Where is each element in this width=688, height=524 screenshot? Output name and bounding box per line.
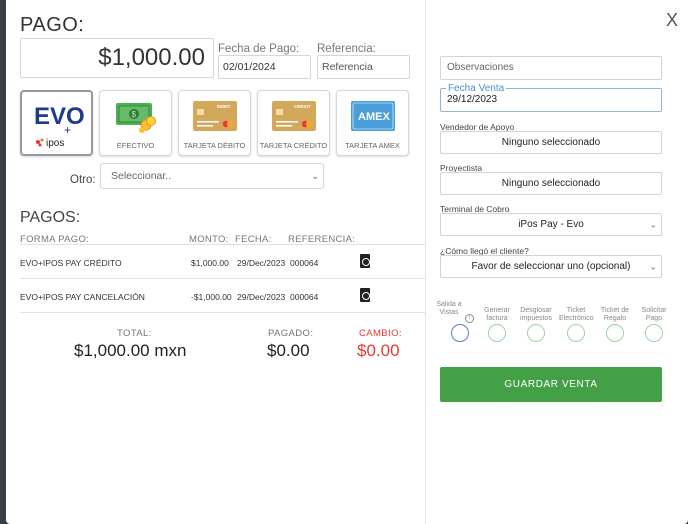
toggle-ticket-electronico[interactable] xyxy=(567,324,585,342)
option-desglosar-impuestos-label: Desglosar impuestos xyxy=(520,307,552,322)
payment-modal: PAGO: $1,000.00 Fecha de Pago: 02/01/202… xyxy=(6,0,688,524)
receipt-icon[interactable] xyxy=(360,254,370,268)
otro-label: Otro: xyxy=(70,174,96,186)
option-ticket-electronico-label: Ticket Electrónico xyxy=(559,307,594,322)
row-forma: EVO+IPOS PAY CRÉDITO xyxy=(20,258,122,268)
option-ticket-regalo-label: Ticket de Regalo xyxy=(600,307,630,322)
amex-badge: AMEX xyxy=(358,111,390,123)
terminal-select-value: iPos Pay - Evo xyxy=(518,219,584,230)
debit-card-icon: DEBIT xyxy=(193,101,237,131)
amex-label: TARJETA AMEX xyxy=(345,141,400,150)
referencia-label: Referencia: xyxy=(317,43,376,55)
svg-text:EVO: EVO xyxy=(34,103,85,130)
credito-label: TARJETA CRÉDITO xyxy=(259,141,328,150)
payment-method-debito[interactable]: DEBIT TARJETA DÉBITO xyxy=(178,90,251,156)
pago-title: PAGO: xyxy=(20,14,85,36)
vendedor-select[interactable]: Ninguno seleccionado xyxy=(440,131,662,154)
row-monto: $1,000.00 xyxy=(191,258,229,268)
row-monto: -$1,000.00 xyxy=(191,292,232,302)
payment-method-evo-ipos[interactable]: EVO + ipos xyxy=(20,90,93,156)
otro-select[interactable]: Seleccionar.. ⌄ xyxy=(100,163,324,189)
fecha-pago-input[interactable]: 02/01/2024 xyxy=(218,55,311,79)
credit-card-icon: CREDIT xyxy=(272,101,316,131)
toggle-generar-factura[interactable] xyxy=(488,324,506,342)
receipt-icon[interactable] xyxy=(360,288,370,302)
amount-display[interactable]: $1,000.00 xyxy=(20,38,214,78)
terminal-select[interactable]: iPos Pay - Evo ⌄ xyxy=(440,213,662,236)
toggle-ticket-regalo[interactable] xyxy=(606,324,624,342)
row-fecha: 29/Dec/2023 xyxy=(237,258,286,268)
toggle-solicitar-pago[interactable] xyxy=(645,324,663,342)
referencia-input[interactable]: Referencia xyxy=(317,55,410,79)
pagado-label: PAGADO: xyxy=(268,328,314,339)
payment-panel: PAGO: $1,000.00 Fecha de Pago: 02/01/202… xyxy=(6,0,426,524)
como-select-value: Favor de seleccionar uno (opcional) xyxy=(471,261,631,272)
chevron-down-icon: ⌄ xyxy=(649,261,657,271)
otro-select-value: Seleccionar.. xyxy=(111,170,172,182)
row-referencia: 000064 xyxy=(290,258,319,268)
row-divider xyxy=(20,278,426,279)
evo-ipos-logo-icon: EVO + ipos xyxy=(34,103,85,149)
toggle-desglosar-impuestos[interactable] xyxy=(527,324,545,342)
credit-badge: CREDIT xyxy=(294,104,311,109)
amex-card-icon: AMEX xyxy=(351,101,395,131)
row-referencia: 000064 xyxy=(290,292,319,302)
sale-details-panel: X Observaciones 29/12/2023 Fecha Venta V… xyxy=(426,0,688,524)
cambio-value: $0.00 xyxy=(357,341,400,360)
debito-label: TARJETA DÉBITO xyxy=(183,141,246,150)
proyectista-select[interactable]: Ninguno seleccionado xyxy=(440,172,662,195)
chevron-down-icon: ⌄ xyxy=(649,219,657,229)
pagos-title: PAGOS: xyxy=(20,209,81,226)
fecha-venta-label: Fecha Venta xyxy=(446,83,507,94)
option-generar-factura-label: Generar factura xyxy=(484,307,510,322)
option-solicitar-pago-label: Solicitar Pago xyxy=(641,307,667,322)
chevron-down-icon: ⌄ xyxy=(311,171,319,181)
como-select[interactable]: Favor de seleccionar uno (opcional) ⌄ xyxy=(440,255,662,278)
pagado-value: $0.00 xyxy=(267,341,310,360)
close-button[interactable]: X xyxy=(666,10,678,31)
total-label: TOTAL: xyxy=(117,328,152,339)
option-salida-vistas-label: Salida a Vistas xyxy=(436,301,462,316)
payment-method-efectivo[interactable]: $ EFECTIVO xyxy=(99,90,172,156)
cash-icon: $ xyxy=(116,103,156,133)
svg-text:$: $ xyxy=(132,110,137,119)
cambio-label: CAMBIO: xyxy=(359,328,402,339)
fecha-pago-label: Fecha de Pago: xyxy=(218,43,300,55)
debit-badge: DEBIT xyxy=(217,104,231,109)
payment-method-credito[interactable]: CREDIT TARJETA CRÉDITO xyxy=(257,90,330,156)
toggle-salida-vistas[interactable] xyxy=(451,324,469,342)
svg-text:+: + xyxy=(64,123,71,137)
efectivo-label: EFECTIVO xyxy=(116,141,155,150)
table-header-divider xyxy=(20,244,426,245)
total-value: $1,000.00 mxn xyxy=(74,341,187,360)
row-fecha: 29/Dec/2023 xyxy=(237,292,286,302)
payment-method-amex[interactable]: AMEX TARJETA AMEX xyxy=(336,90,409,156)
guardar-venta-button[interactable]: GUARDAR VENTA xyxy=(440,367,662,402)
observaciones-input[interactable]: Observaciones xyxy=(440,56,662,80)
row-forma: EVO+IPOS PAY CANCELACIÓN xyxy=(20,292,145,302)
row-divider xyxy=(20,312,426,313)
info-icon[interactable]: i xyxy=(465,314,474,323)
svg-text:ipos: ipos xyxy=(46,138,64,149)
